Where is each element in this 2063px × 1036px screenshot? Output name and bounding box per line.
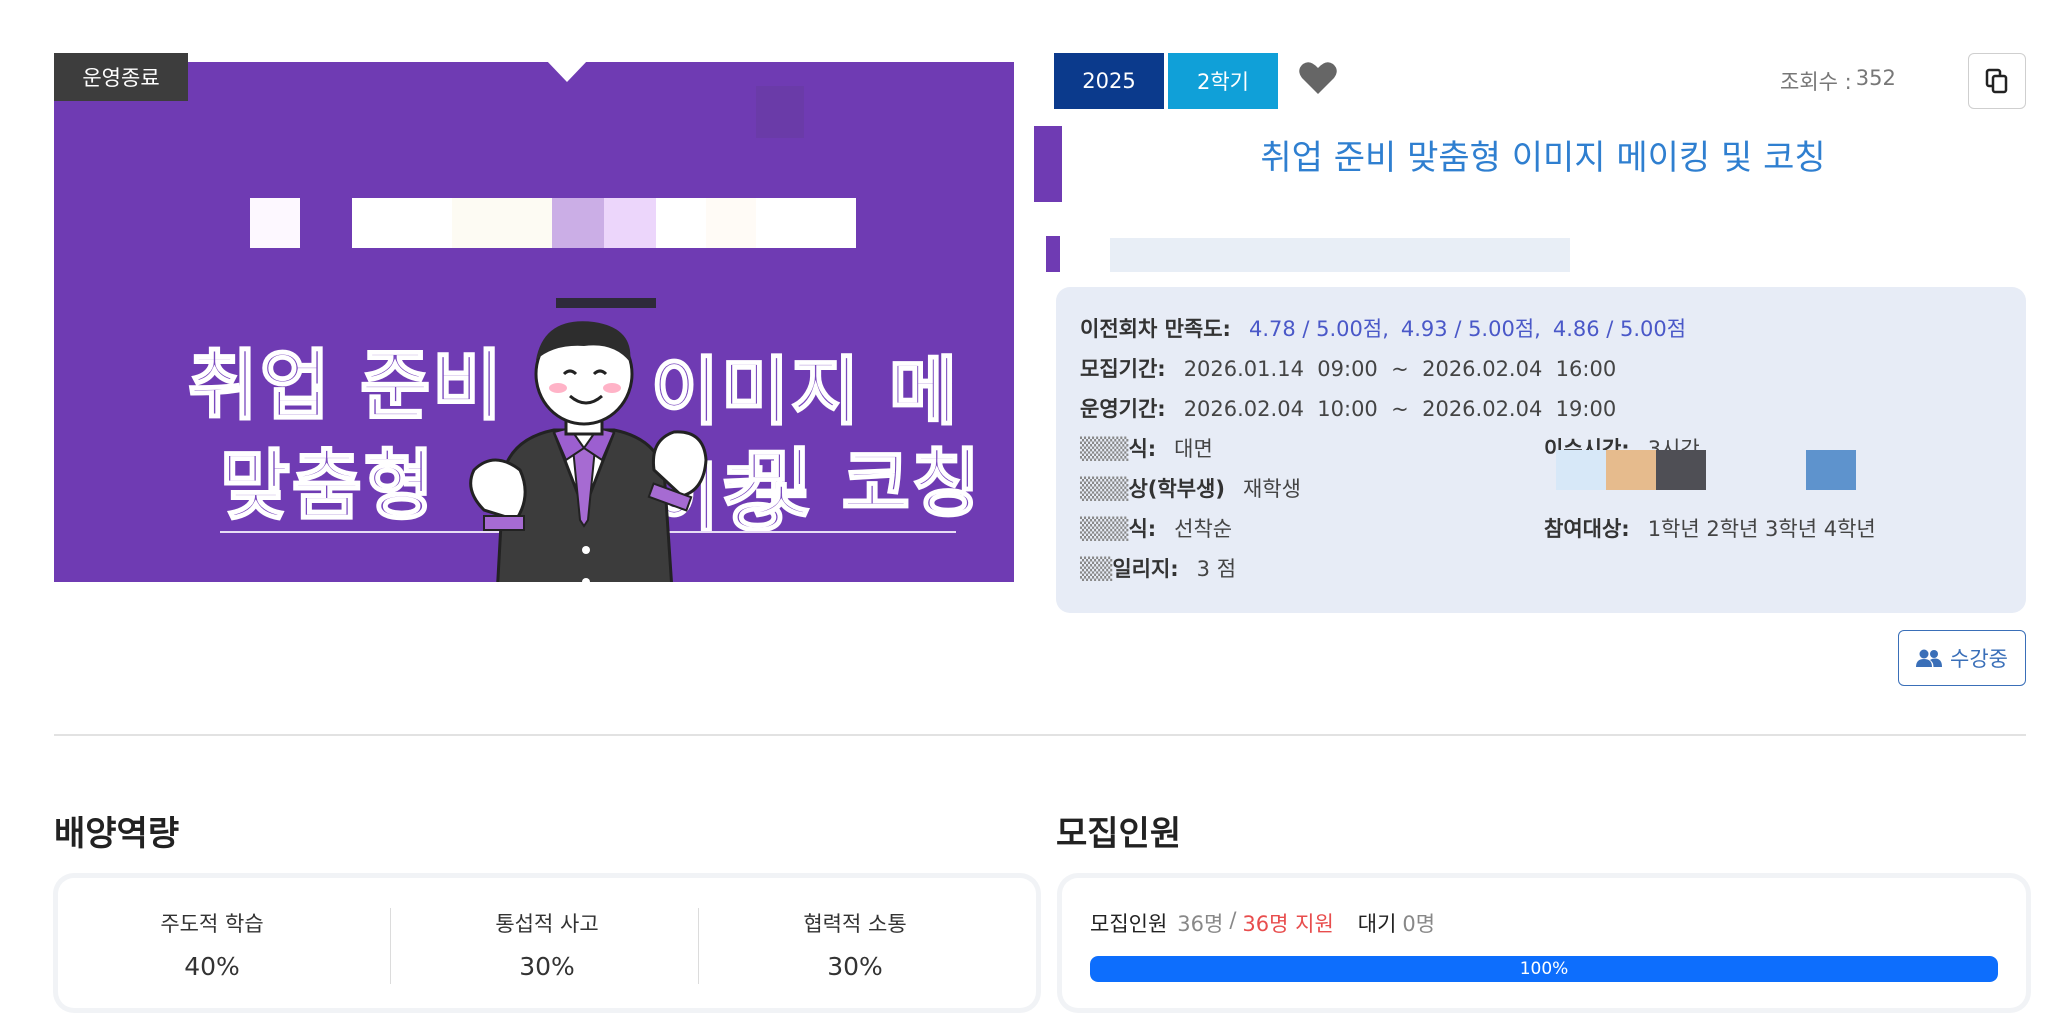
mileage-row: ▒▒일리지: 3 점 [1080, 553, 1236, 583]
banner-title-2b: 및 코칭 [743, 440, 983, 529]
column-separator [698, 908, 699, 984]
method-row: ▒▒▒식: 대면 [1080, 433, 1213, 463]
waiting-label: 대기 [1357, 912, 1397, 936]
enrolled-button[interactable]: 수강중 [1898, 630, 2026, 686]
semester-badge: 2학기 [1168, 53, 1278, 109]
obscured-block [1656, 450, 1706, 490]
obscured-block [552, 198, 604, 248]
recruitment-label: 모집인원 [1090, 912, 1168, 936]
grade-row: 참여대상: 1학년 2학년 3학년 4학년 [1544, 513, 1876, 543]
mileage-label: ▒▒일리지: [1080, 557, 1179, 581]
view-count: 조회수 : 352 [1780, 66, 1896, 96]
recruit-period-value: 2026.01.14 09:00 ~ 2026.02.04 16:00 [1183, 357, 1617, 381]
recruitment-title: 모집인원 [1056, 814, 1182, 854]
obscured-block [604, 198, 656, 248]
view-count-value: 352 [1855, 66, 1896, 90]
recruitment-card: 모집인원 36명 / 36명 지원 대기 0명 100% [1062, 878, 2026, 1008]
enrolled-label: 수강중 [1950, 647, 2008, 671]
competency-name: 협력적 소통 [803, 912, 907, 936]
grade-value: 1학년 2학년 3학년 4학년 [1647, 517, 1876, 541]
obscured-subtitle [1110, 238, 1570, 272]
obscured-strip [1046, 236, 1060, 272]
heart-icon[interactable] [1298, 60, 1338, 96]
competency-card: 주도적 학습 40% 통섭적 사고 30% 협력적 소통 30% [58, 878, 1036, 1008]
operate-period-row: 운영기간: 2026.02.04 10:00 ~ 2026.02.04 19:0… [1080, 393, 1616, 423]
obscured-block [756, 86, 804, 138]
target-label: ▒▒▒상(학부생) [1080, 477, 1225, 501]
target-value: 재학생 [1242, 477, 1301, 501]
status-tag: 운영종료 [54, 53, 188, 101]
satisfaction-value: 4.93 / 5.00점, [1400, 317, 1541, 341]
obscured-block [1606, 450, 1656, 490]
obscured-block [250, 198, 300, 248]
target-row: ▒▒▒상(학부생) 재학생 [1080, 473, 1301, 503]
obscured-block [706, 198, 756, 248]
competency-percent: 40% [184, 952, 240, 981]
competency-item: 통섭적 사고 30% [393, 908, 701, 981]
obscured-block [1556, 450, 1606, 490]
copy-icon [1985, 68, 2008, 94]
competency-title: 배양역량 [54, 814, 180, 854]
satisfaction-label: 이전회차 만족도: [1080, 317, 1231, 341]
satisfaction-value: 4.86 / 5.00점 [1552, 317, 1687, 341]
progress-label: 100% [1519, 959, 1569, 979]
banner-title-2a: 맞춤형 [219, 440, 436, 532]
course-title: 취업 준비 맞춤형 이미지 메이킹 및 코칭 [1260, 138, 1826, 178]
recruitment-capacity: 36명 [1177, 912, 1224, 936]
recruit-period-row: 모집기간: 2026.01.14 09:00 ~ 2026.02.04 16:0… [1080, 353, 1616, 383]
competency-percent: 30% [827, 952, 883, 981]
users-icon [1916, 649, 1943, 667]
satisfaction-value: 4.78 / 5.00점, [1248, 317, 1389, 341]
obscured-block [1806, 450, 1856, 490]
view-count-label: 조회수 : [1780, 70, 1852, 94]
competency-item: 협력적 소통 30% [701, 908, 1009, 981]
selection-label: ▒▒▒식: [1080, 517, 1157, 541]
operate-period-value: 2026.02.04 10:00 ~ 2026.02.04 19:00 [1183, 397, 1617, 421]
obscured-block [352, 198, 452, 248]
selection-row: ▒▒▒식: 선착순 [1080, 513, 1232, 543]
operate-period-label: 운영기간: [1080, 397, 1166, 421]
method-label: ▒▒▒식: [1080, 437, 1157, 461]
satisfaction-row: 이전회차 만족도: 4.78 / 5.00점, 4.93 / 5.00점, 4.… [1080, 313, 1686, 343]
copy-button[interactable] [1968, 53, 2026, 109]
decor-bar [556, 298, 656, 308]
year-badge: 2025 [1054, 53, 1164, 109]
grade-label: 참여대상: [1544, 517, 1630, 541]
banner-notch [546, 62, 588, 82]
selection-value: 선착순 [1174, 517, 1233, 541]
recruitment-slash: / [1229, 908, 1237, 932]
mileage-value: 3 점 [1196, 557, 1237, 581]
progress-fill: 100% [1090, 956, 1998, 982]
obscured-strip [1034, 126, 1062, 202]
competency-percent: 30% [519, 952, 575, 981]
waiting-value: 0명 [1402, 912, 1436, 936]
recruitment-progress-bar: 100% [1090, 956, 1998, 982]
course-banner: 취업 준비 이미지 메이킹 맞춤형 및 코칭 [54, 62, 1014, 582]
column-separator [390, 908, 391, 984]
competency-item: 주도적 학습 40% [58, 908, 366, 981]
recruit-period-label: 모집기간: [1080, 357, 1166, 381]
competency-name: 주도적 학습 [160, 912, 264, 936]
section-divider [54, 734, 2026, 736]
competency-name: 통섭적 사고 [495, 912, 599, 936]
recruitment-summary: 모집인원 36명 / 36명 지원 대기 0명 [1090, 908, 1435, 938]
method-value: 대면 [1174, 437, 1213, 461]
recruitment-applied: 36명 지원 [1242, 912, 1334, 936]
course-info-panel: 이전회차 만족도: 4.78 / 5.00점, 4.93 / 5.00점, 4.… [1056, 287, 2026, 613]
businessman-illustration [469, 321, 708, 582]
obscured-block [756, 198, 856, 248]
obscured-block [656, 198, 706, 248]
